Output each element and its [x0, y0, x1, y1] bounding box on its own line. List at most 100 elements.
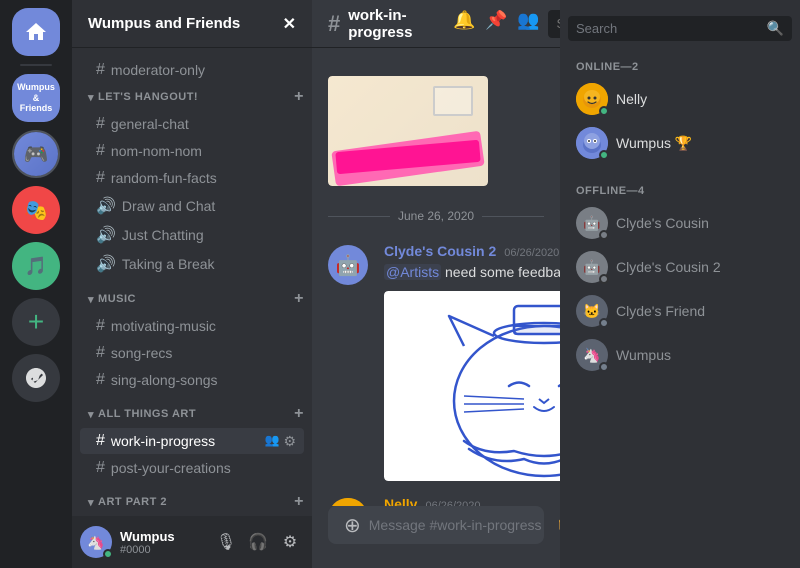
message-group: Nelly 06/26/2020 @Clyde's Cousin 2 👀👀👀👀👀… — [312, 492, 560, 506]
server-dropdown-icon: ✕ — [283, 14, 296, 34]
member-item-clydes-cousin[interactable]: 🤖 Clyde's Cousin — [568, 201, 792, 245]
add-channel-icon[interactable]: + — [294, 290, 304, 308]
member-item-wumpus-offline[interactable]: 🦄 Wumpus — [568, 333, 792, 377]
online-section-header: Online—2 — [568, 53, 792, 77]
channel-item-general-chat[interactable]: # general-chat — [80, 111, 304, 137]
member-item-nelly[interactable]: Nelly — [568, 77, 792, 121]
settings-icon[interactable]: ⚙ — [283, 433, 296, 450]
section-header-art-part-2[interactable]: ▾ ART PART 2 + — [72, 489, 312, 515]
server-icon-wumpus[interactable]: Wumpus &Friends — [12, 74, 60, 122]
channel-item-taking-a-break[interactable]: 🔊 Taking a Break — [80, 250, 304, 278]
user-settings-button[interactable]: ⚙ — [276, 528, 304, 556]
text-channel-icon: # — [96, 142, 105, 160]
channel-name-header: work-in-progress — [348, 7, 412, 41]
add-server-button[interactable]: + — [12, 298, 60, 346]
server-sidebar: Wumpus &Friends 🎮 🎭 🎵 + — [0, 0, 72, 568]
member-avatar-clydes-cousin-2: 🤖 — [576, 251, 608, 283]
channel-name: moderator-only — [111, 62, 296, 78]
section-header-all-things-art[interactable]: ▾ ALL THINGS ART + — [72, 401, 312, 427]
channel-item-random-fun-facts[interactable]: # random-fun-facts — [80, 165, 304, 191]
deafen-button[interactable]: 🎧 — [244, 528, 272, 556]
channel-item-song-recs[interactable]: # song-recs — [80, 340, 304, 366]
add-attachment-button[interactable]: ⊕ — [344, 513, 361, 538]
channel-name: motivating-music — [111, 318, 296, 334]
channel-name: song-recs — [111, 345, 296, 361]
section-collapse-icon: ▾ — [88, 91, 94, 104]
channel-section-lets-hangout: ▾ LET'S HANGOUT! + # general-chat # nom-… — [72, 84, 312, 278]
user-discriminator: #0000 — [120, 544, 204, 556]
message-content: Nelly 06/26/2020 @Clyde's Cousin 2 👀👀👀👀👀… — [384, 496, 544, 506]
member-name: Nelly — [616, 91, 784, 107]
search-bar[interactable]: 🔍 — [548, 10, 560, 38]
chat-area: # work-in-progress share the current dra… — [312, 0, 560, 568]
member-name: Wumpus 🏆 — [616, 135, 784, 152]
add-channel-icon[interactable]: + — [294, 405, 304, 423]
members-search[interactable]: 🔍 — [568, 16, 792, 41]
server-name: Wumpus and Friends — [88, 15, 240, 32]
status-indicator — [599, 318, 609, 328]
channel-item-motivating-music[interactable]: # motivating-music — [80, 313, 304, 339]
pin-button[interactable]: 📌 — [484, 10, 508, 38]
member-name: Wumpus — [616, 347, 784, 363]
member-avatar-clydes-friend: 🐱 — [576, 295, 608, 327]
section-label: ART PART 2 — [98, 496, 167, 508]
search-icon: 🔍 — [767, 20, 784, 37]
member-settings-icon[interactable]: 👥 — [264, 433, 279, 450]
message-content: Clyde's Cousin 2 06/26/2020 @Artists nee… — [384, 243, 560, 484]
add-channel-icon[interactable]: + — [294, 88, 304, 106]
divider-line-left — [328, 216, 390, 217]
section-header-music[interactable]: ▾ MUSIC + — [72, 286, 312, 312]
image-attachment-photo — [328, 76, 488, 186]
messages-area: June 26, 2020 🤖 Clyde's Cousin 2 06/26/2… — [312, 48, 560, 506]
channel-actions: 👥 ⚙ — [264, 433, 296, 450]
server-icon-s1[interactable]: 🎮 — [12, 130, 60, 178]
message-header: Nelly 06/26/2020 — [384, 496, 544, 506]
text-channel-icon: # — [96, 169, 105, 187]
message-author: Clyde's Cousin 2 — [384, 243, 496, 259]
section-header-lets-hangout[interactable]: ▾ LET'S HANGOUT! + — [72, 84, 312, 110]
text-channel-icon: # — [96, 61, 105, 79]
avatar: 🤖 — [328, 245, 368, 285]
channel-item-post-your-creations[interactable]: # post-your-creations — [80, 455, 304, 481]
section-collapse-icon: ▾ — [88, 496, 94, 509]
status-indicator — [599, 150, 609, 160]
status-indicator — [599, 106, 609, 116]
avatar — [328, 498, 368, 506]
channel-item-just-chatting[interactable]: 🔊 Just Chatting — [80, 221, 304, 249]
channel-item-nom-nom-nom[interactable]: # nom-nom-nom — [80, 138, 304, 164]
status-indicator — [599, 230, 609, 240]
message-text-input[interactable] — [369, 506, 550, 544]
server-icon-s3[interactable]: 🎵 — [12, 242, 60, 290]
username-display: Wumpus — [120, 529, 204, 544]
mute-microphone-button[interactable]: 🎙 — [212, 528, 240, 556]
member-item-clydes-cousin-2[interactable]: 🤖 Clyde's Cousin 2 — [568, 245, 792, 289]
channel-section-art-part-2: ▾ ART PART 2 + # inspiring-artists # pho… — [72, 489, 312, 516]
channel-section-music: ▾ MUSIC + # motivating-music # song-recs… — [72, 286, 312, 393]
date-divider: June 26, 2020 — [312, 201, 560, 231]
channel-item-sing-along-songs[interactable]: # sing-along-songs — [80, 367, 304, 393]
channel-name: nom-nom-nom — [111, 143, 296, 159]
member-item-clydes-friend[interactable]: 🐱 Clyde's Friend — [568, 289, 792, 333]
channel-name: general-chat — [111, 116, 296, 132]
voice-channel-icon: 🔊 — [96, 225, 116, 245]
channel-item-moderator-only[interactable]: # moderator-only — [80, 57, 304, 83]
server-icon-home[interactable] — [12, 8, 60, 56]
channel-name: sing-along-songs — [111, 372, 296, 388]
channel-item-work-in-progress[interactable]: # work-in-progress 👥 ⚙ — [80, 428, 304, 454]
notifications-button[interactable]: 🔔 — [452, 10, 476, 38]
member-item-wumpus[interactable]: Wumpus 🏆 — [568, 121, 792, 165]
offline-section-header: Offline—4 — [568, 177, 792, 201]
members-search-input[interactable] — [576, 21, 759, 36]
members-list-button[interactable]: 👥 — [516, 10, 540, 38]
text-channel-icon: # — [96, 459, 105, 477]
discover-icon[interactable] — [12, 354, 60, 402]
add-channel-icon[interactable]: + — [294, 493, 304, 511]
user-info: Wumpus #0000 — [120, 529, 204, 556]
server-header[interactable]: Wumpus and Friends ✕ — [72, 0, 312, 48]
message-input-area: ⊕ 🎁 GIF 😊 — [312, 506, 560, 568]
message-group-prior — [312, 64, 560, 193]
server-icon-s2[interactable]: 🎭 — [12, 186, 60, 234]
channel-item-draw-and-chat[interactable]: 🔊 Draw and Chat — [80, 192, 304, 220]
channel-name: Just Chatting — [122, 227, 296, 243]
channel-hash-icon: # — [328, 11, 340, 37]
